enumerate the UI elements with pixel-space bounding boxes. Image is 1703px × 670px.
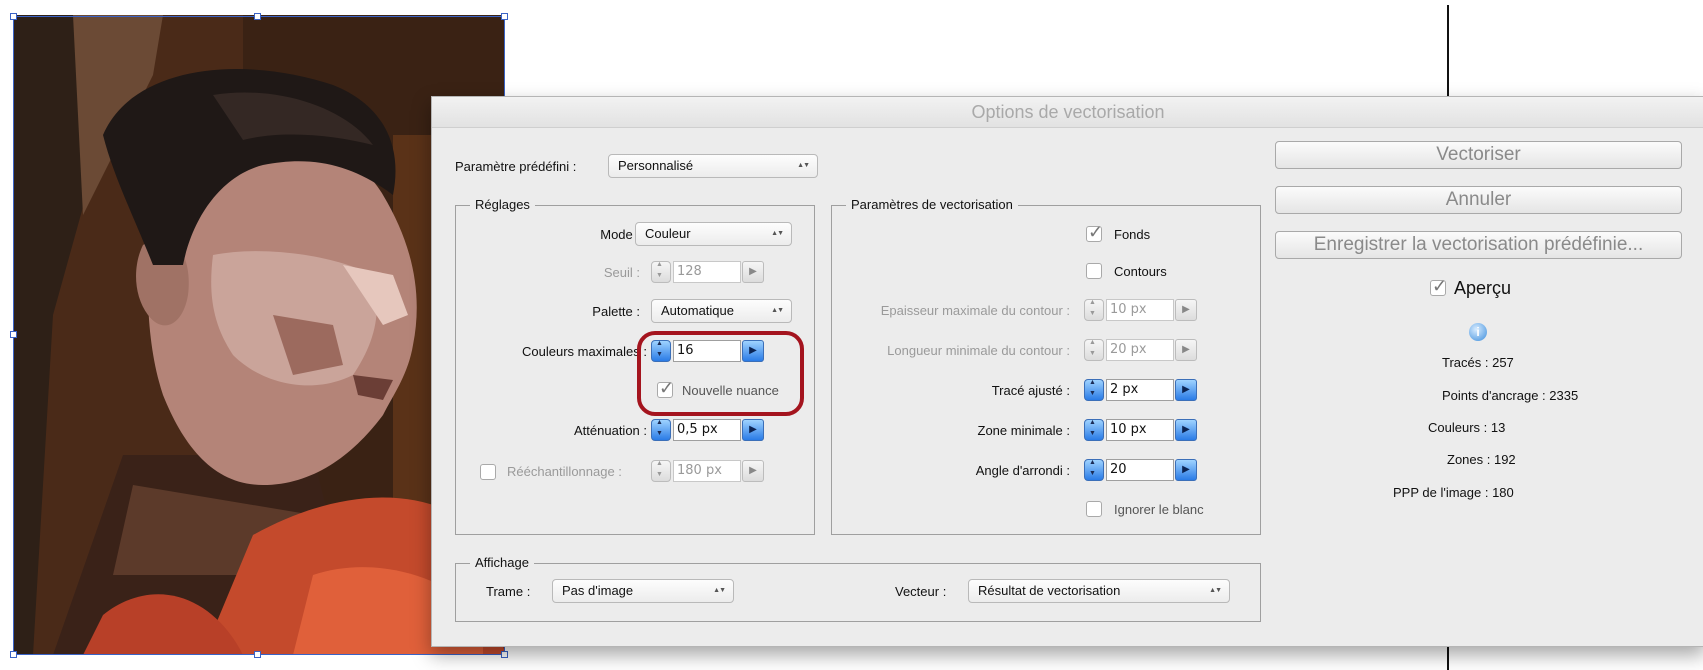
trace-button[interactable]: Vectoriser: [1275, 141, 1682, 169]
raster-value: Pas d'image: [562, 583, 634, 598]
corner-angle-spin-arrows[interactable]: [1084, 459, 1104, 481]
preset-label: Paramètre prédéfini :: [455, 159, 577, 174]
selection-handle-bottom-left[interactable]: [10, 651, 17, 658]
settings-group-title: Réglages: [470, 197, 535, 212]
info-icon[interactable]: i: [1469, 323, 1487, 341]
annotation-highlight-ring: [637, 331, 804, 416]
min-stroke-length-play-icon[interactable]: ▶: [1175, 339, 1197, 361]
blur-play-icon[interactable]: ▶: [742, 419, 764, 441]
min-area-play-icon[interactable]: ▶: [1175, 419, 1197, 441]
vector-label: Vecteur :: [895, 584, 947, 599]
strokes-checkbox[interactable]: [1086, 263, 1102, 279]
view-group-title: Affichage: [470, 555, 534, 570]
artboard-guide-line: [1447, 5, 1449, 97]
preview-label: Aperçu: [1454, 278, 1512, 298]
min-area-label: Zone minimale :: [977, 423, 1070, 438]
dialog-title: Options de vectorisation: [432, 97, 1703, 128]
stat-colors: Couleurs : 13: [1428, 420, 1506, 435]
max-stroke-weight-play-icon[interactable]: ▶: [1175, 299, 1197, 321]
corner-angle-label: Angle d'arrondi :: [975, 463, 1070, 478]
min-stroke-length-spin-arrows[interactable]: [1084, 339, 1104, 361]
selection-handle-bottom-middle[interactable]: [254, 651, 261, 658]
path-fitting-spin-arrows[interactable]: [1084, 379, 1104, 401]
preset-select[interactable]: Personnalisé ▲▼: [608, 154, 818, 178]
trace-params-group: [831, 205, 1261, 535]
updown-arrows-icon: ▲▼: [1209, 587, 1222, 594]
stat-ppi: PPP de l'image : 180: [1393, 485, 1514, 500]
fills-label: Fonds: [1114, 227, 1151, 242]
max-colors-label: Couleurs maximales :: [522, 344, 647, 359]
ignore-white-label: Ignorer le blanc: [1114, 502, 1204, 517]
mode-select[interactable]: Couleur ▲▼: [635, 222, 792, 246]
selection-handle-top-right[interactable]: [501, 13, 508, 20]
trace-params-group-title: Paramètres de vectorisation: [846, 197, 1018, 212]
corner-angle-field[interactable]: 20: [1106, 459, 1174, 481]
min-stroke-length-field[interactable]: 20 px: [1106, 339, 1174, 361]
blur-label: Atténuation :: [574, 423, 647, 438]
selection-handle-top-middle[interactable]: [254, 13, 261, 20]
updown-arrows-icon: ▲▼: [771, 307, 784, 314]
threshold-field[interactable]: 128: [673, 261, 741, 283]
palette-select[interactable]: Automatique ▲▼: [651, 299, 792, 323]
mode-label: Mode :: [600, 227, 640, 242]
threshold-label: Seuil :: [603, 265, 640, 280]
artboard-guide-line: [1447, 645, 1449, 670]
preview-checkbox[interactable]: [1430, 276, 1447, 297]
save-preset-button[interactable]: Enregistrer la vectorisation prédéfinie.…: [1275, 231, 1682, 259]
updown-arrows-icon: ▲▼: [797, 162, 810, 169]
stat-areas: Zones : 192: [1447, 452, 1516, 467]
updown-arrows-icon: ▲▼: [713, 587, 726, 594]
stat-paths: Tracés : 257: [1442, 355, 1514, 370]
max-stroke-weight-spin-arrows[interactable]: [1084, 299, 1104, 321]
resample-label: Rééchantillonnage :: [507, 464, 622, 479]
fills-checkbox[interactable]: [1086, 222, 1103, 243]
mode-value: Couleur: [645, 226, 691, 241]
blur-field[interactable]: 0,5 px: [673, 419, 741, 441]
strokes-label: Contours: [1114, 264, 1167, 279]
raster-select[interactable]: Pas d'image ▲▼: [552, 579, 734, 603]
resample-field[interactable]: 180 px: [673, 460, 741, 482]
ignore-white-checkbox[interactable]: [1086, 501, 1102, 517]
threshold-play-icon[interactable]: ▶: [742, 261, 764, 283]
path-fitting-label: Tracé ajusté :: [991, 383, 1070, 398]
min-area-spin-arrows[interactable]: [1084, 419, 1104, 441]
corner-angle-play-icon[interactable]: ▶: [1175, 459, 1197, 481]
vector-value: Résultat de vectorisation: [978, 583, 1121, 598]
tracing-options-dialog: Options de vectorisation Paramètre prédé…: [431, 96, 1703, 647]
palette-value: Automatique: [661, 303, 734, 318]
preset-value: Personnalisé: [618, 158, 694, 173]
resample-spin-arrows[interactable]: [651, 460, 671, 482]
selection-handle-top-left[interactable]: [10, 13, 17, 20]
resample-checkbox[interactable]: [480, 464, 496, 480]
updown-arrows-icon: ▲▼: [771, 230, 784, 237]
vector-select[interactable]: Résultat de vectorisation ▲▼: [968, 579, 1230, 603]
selection-handle-middle-left[interactable]: [10, 331, 17, 338]
path-fitting-play-icon[interactable]: ▶: [1175, 379, 1197, 401]
cancel-button[interactable]: Annuler: [1275, 186, 1682, 214]
threshold-spin-arrows[interactable]: [651, 261, 671, 283]
min-area-field[interactable]: 10 px: [1106, 419, 1174, 441]
min-stroke-length-label: Longueur minimale du contour :: [887, 343, 1070, 358]
path-fitting-field[interactable]: 2 px: [1106, 379, 1174, 401]
blur-spin-arrows[interactable]: [651, 419, 671, 441]
stat-anchors: Points d'ancrage : 2335: [1442, 388, 1579, 403]
selection-handle-bottom-right[interactable]: [501, 651, 508, 658]
raster-label: Trame :: [486, 584, 531, 599]
resample-play-icon[interactable]: ▶: [742, 460, 764, 482]
max-stroke-weight-field[interactable]: 10 px: [1106, 299, 1174, 321]
palette-label: Palette :: [592, 304, 640, 319]
max-stroke-weight-label: Epaisseur maximale du contour :: [880, 303, 1070, 318]
